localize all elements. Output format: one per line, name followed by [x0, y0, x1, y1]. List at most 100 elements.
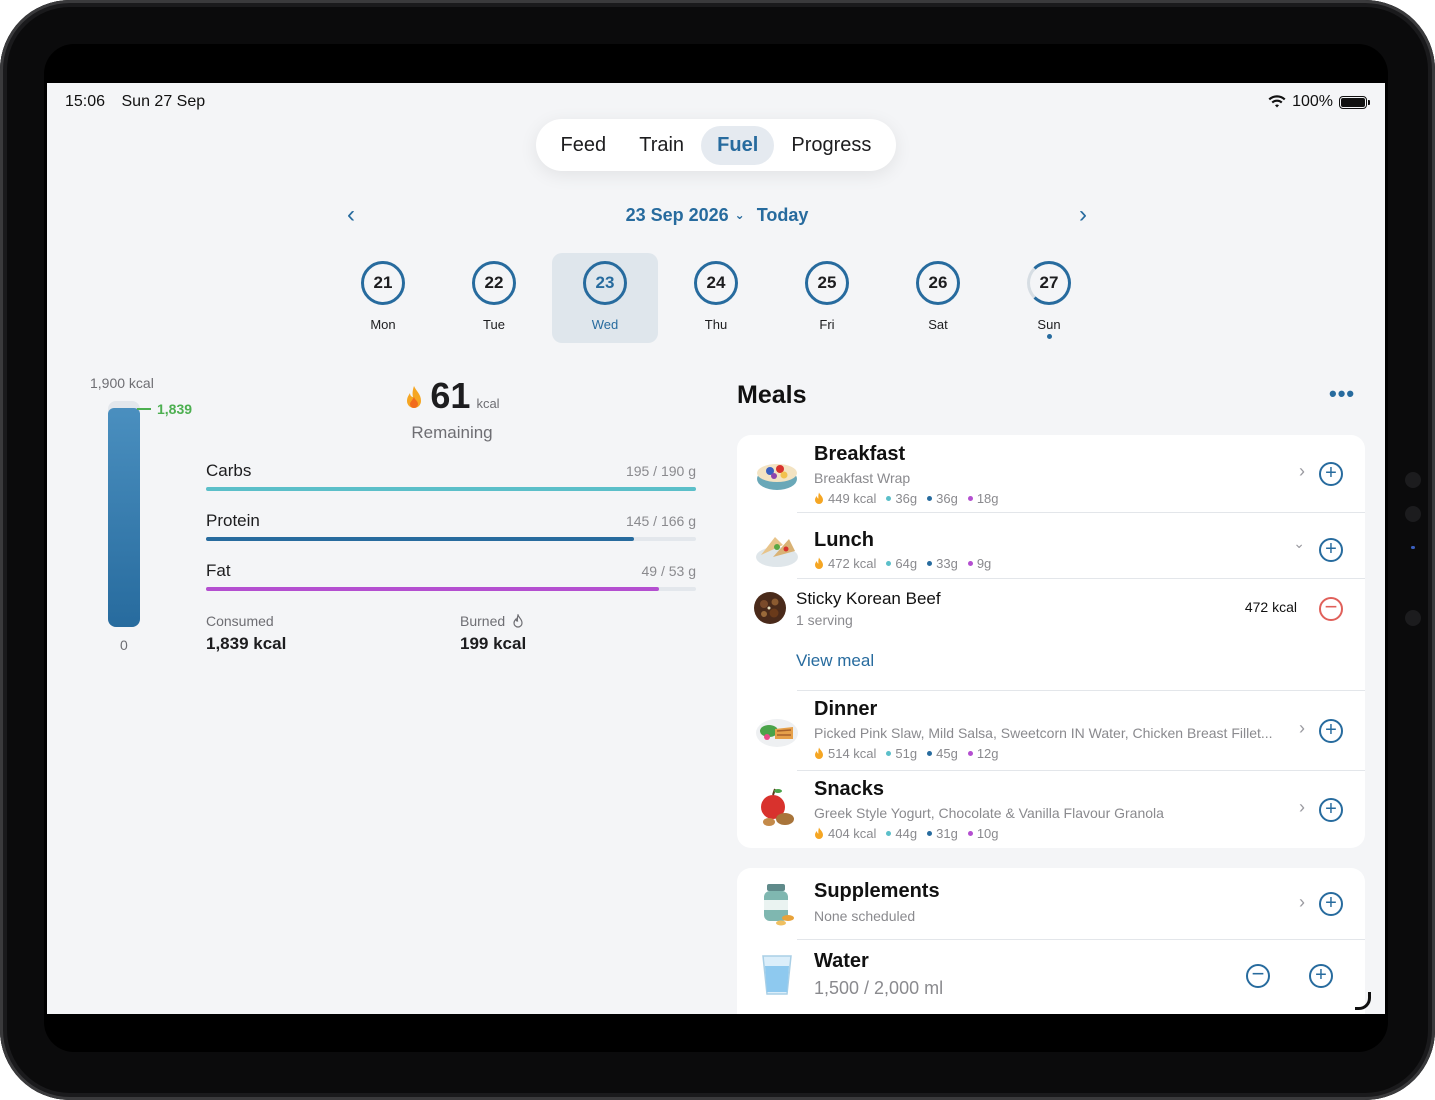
burned-flame-icon	[513, 612, 523, 628]
battery-icon	[1339, 95, 1370, 109]
calorie-bar-fill	[108, 408, 140, 627]
day-label: Thu	[704, 317, 728, 332]
meal-protein: 45g	[936, 746, 958, 761]
carbs-dot-icon	[886, 561, 892, 566]
day-wed[interactable]: 23 Wed	[552, 253, 658, 343]
day-mon[interactable]: 21 Mon	[330, 253, 436, 343]
kcal-flame-icon	[815, 827, 823, 839]
today-button[interactable]: Today	[757, 205, 809, 225]
fat-dot-icon	[967, 496, 973, 501]
more-options-icon[interactable]: •••	[1329, 381, 1355, 407]
tab-train[interactable]: Train	[623, 126, 700, 165]
macro-carbs: Carbs 195 / 190 g	[206, 461, 696, 511]
meal-carbs: 44g	[895, 826, 918, 841]
fat-dot-icon	[967, 831, 973, 836]
calorie-bar	[108, 401, 140, 627]
burned-value: 199 kcal	[460, 634, 527, 653]
protein-dot-icon	[927, 561, 933, 566]
meal-description: Picked Pink Slaw, Mild Salsa, Sweetcorn …	[814, 725, 1273, 741]
date-navigation: ‹ 23 Sep 2026 ⌄ Today ›	[337, 201, 1097, 231]
day-tue[interactable]: 22 Tue	[441, 253, 547, 343]
day-fri[interactable]: 25 Fri	[774, 253, 880, 343]
meal-kcal: 449 kcal	[828, 491, 877, 506]
macro-name: Fat	[206, 561, 231, 580]
meal-protein: 31g	[936, 826, 958, 841]
tab-progress[interactable]: Progress	[775, 126, 887, 165]
food-item-title[interactable]: Sticky Korean Beef	[796, 589, 941, 609]
add-water-button[interactable]: +	[1309, 964, 1333, 988]
remove-water-button[interactable]: −	[1246, 963, 1270, 988]
supplements-description: None scheduled	[814, 908, 916, 924]
chevron-down-icon[interactable]: ⌄	[735, 208, 745, 222]
food-item-serving: 1 serving	[796, 612, 853, 628]
supplements-water-card: Supplements None scheduled › + Water 1,5…	[737, 868, 1365, 1014]
macro-track	[206, 587, 696, 591]
meal-carbs: 36g	[895, 491, 918, 506]
snacks-apple-icon	[761, 788, 794, 826]
day-label: Sun	[1037, 317, 1061, 332]
meal-row-breakfast[interactable]: Breakfast Breakfast Wrap 449 kcal 36g 36…	[737, 435, 1365, 513]
water-amount: 1,500 / 2,000 ml	[814, 978, 944, 998]
view-meal-link[interactable]: View meal	[796, 651, 874, 671]
carbs-dot-icon	[886, 751, 892, 756]
chevron-right-icon[interactable]: ›	[1299, 461, 1305, 482]
kcal-flame-icon	[815, 747, 823, 759]
macro-fill	[206, 487, 696, 491]
add-snacks-button[interactable]: +	[1319, 798, 1343, 822]
chevron-right-icon[interactable]: ›	[1299, 892, 1305, 913]
day-indicator-dot	[1046, 334, 1052, 339]
day-ring: 21	[361, 261, 405, 305]
supplements-row[interactable]: Supplements None scheduled › +	[737, 868, 1365, 940]
meals-title: Meals	[737, 381, 807, 409]
kcal-flame-icon	[815, 492, 823, 504]
meal-macros: 514 kcal 51g 45g 12g	[814, 746, 999, 761]
consumed-label: Consumed	[206, 613, 274, 629]
supplement-bottle-icon	[764, 884, 794, 926]
burned-label: Burned	[460, 612, 524, 629]
day-label: Mon	[370, 317, 396, 332]
meal-fat: 10g	[976, 826, 999, 841]
next-week-chevron-icon[interactable]: ›	[1079, 201, 1087, 229]
add-breakfast-button[interactable]: +	[1319, 462, 1343, 486]
date-picker-button[interactable]: 23 Sep 2026	[626, 205, 729, 225]
meal-row-snacks[interactable]: Snacks Greek Style Yogurt, Chocolate & V…	[737, 771, 1365, 848]
add-supplement-button[interactable]: +	[1319, 892, 1343, 916]
fat-dot-icon	[967, 751, 973, 756]
day-ring: 25	[805, 261, 849, 305]
day-thu[interactable]: 24 Thu	[663, 253, 769, 343]
kcal-flame-icon	[815, 557, 823, 569]
protein-dot-icon	[927, 751, 933, 756]
wifi-icon	[1268, 95, 1286, 108]
tab-feed[interactable]: Feed	[545, 126, 623, 165]
remaining-kcal-unit: kcal	[476, 396, 500, 411]
meal-title: Lunch	[814, 529, 874, 551]
tab-fuel[interactable]: Fuel	[701, 125, 775, 165]
meal-macros: 404 kcal 44g 31g 10g	[814, 826, 999, 841]
chevron-right-icon[interactable]: ›	[1299, 718, 1305, 739]
meal-row-dinner[interactable]: Dinner Picked Pink Slaw, Mild Salsa, Swe…	[737, 691, 1365, 771]
battery-percent: 100%	[1292, 93, 1333, 110]
macro-value: 145 / 166 g	[625, 513, 696, 529]
add-dinner-button[interactable]: +	[1319, 719, 1343, 743]
macro-protein: Protein 145 / 166 g	[206, 511, 696, 561]
day-sat[interactable]: 26 Sat	[885, 253, 991, 343]
meal-macros: 472 kcal 64g 33g 9g	[814, 556, 991, 571]
dinner-plate-icon	[756, 719, 798, 747]
protein-dot-icon	[927, 496, 933, 501]
meal-title: Dinner	[814, 698, 878, 720]
meal-row-lunch[interactable]: Lunch 472 kcal 64g 33g 9g ⌄ +	[737, 513, 1365, 579]
remove-food-button[interactable]: −	[1319, 596, 1343, 621]
chevron-down-icon[interactable]: ⌄	[1293, 535, 1305, 552]
meal-title: Snacks	[814, 778, 885, 800]
meal-carbs: 64g	[895, 556, 918, 571]
status-bar: 15:06 Sun 27 Sep 100%	[65, 91, 1370, 113]
calorie-goal-label: 1,900 kcal	[90, 375, 154, 391]
add-lunch-button[interactable]: +	[1319, 538, 1343, 562]
day-label: Fri	[819, 317, 835, 332]
side-button	[1405, 610, 1421, 626]
chevron-right-icon[interactable]: ›	[1299, 797, 1305, 818]
day-strip: 21 Mon 22 Tue 23 Wed 24 Thu 25 Fri 26 Sa…	[330, 253, 1110, 345]
day-sun[interactable]: 27 Sun	[996, 253, 1102, 343]
macro-track	[206, 487, 696, 491]
meal-kcal: 472 kcal	[828, 556, 877, 571]
